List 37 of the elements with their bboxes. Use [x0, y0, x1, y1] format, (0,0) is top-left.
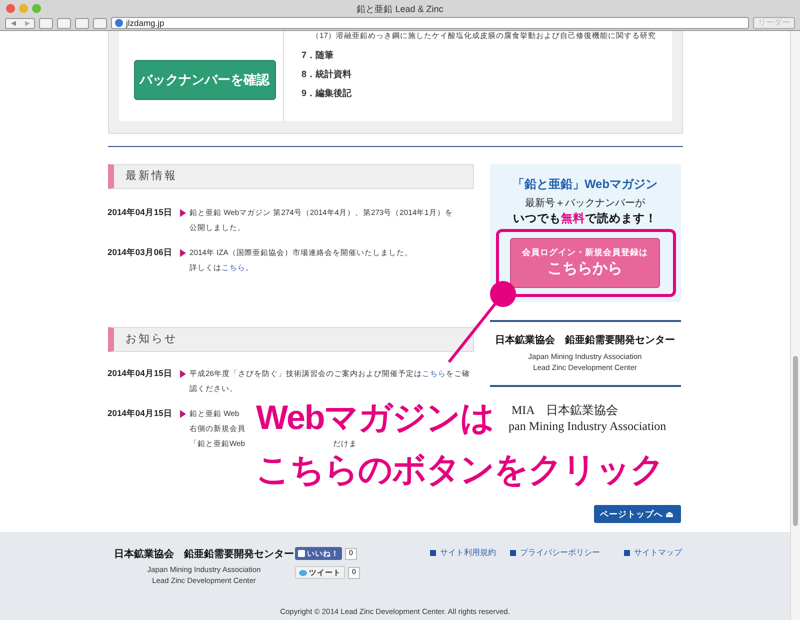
promo-text: いつでも無料で読めます！ — [513, 211, 657, 227]
news-date: 2014年04月15日 — [108, 367, 174, 380]
logo-text: MIA 日本鉱業協会 — [512, 403, 618, 418]
org-name: 日本鉱業協会 鉛亜鉛需要開発センター — [495, 334, 675, 348]
contents-item: 8．統計資料 — [302, 68, 353, 81]
logo-text: pan Mining Industry Association — [508, 418, 666, 434]
back-forward-button[interactable] — [5, 18, 35, 28]
promo-text: 最新号＋バックナンバーが — [525, 196, 645, 211]
forward-icon[interactable] — [24, 20, 30, 26]
section-heading: お知らせ — [108, 327, 474, 352]
contents-item: 9．編集後記 — [302, 87, 353, 100]
callout-text: こちらのボタンをクリック — [256, 452, 664, 488]
news-date: 2014年04月15日 — [108, 407, 174, 420]
arrow-icon — [180, 249, 186, 257]
window-title: 鉛と亜鉛 Lead & Zinc — [356, 3, 444, 16]
page-top-button[interactable]: ページトップへ ⏏ — [594, 505, 680, 523]
callout-text: Webマガジンは — [256, 400, 494, 436]
footer-link[interactable]: プライバシーポリシー — [510, 547, 600, 559]
arrow-icon — [180, 209, 186, 217]
scrollbar[interactable] — [790, 31, 800, 620]
member-login-button[interactable]: 会員ログイン・新規会員登録は こちらから — [510, 238, 660, 288]
footer-link[interactable]: サイトマップ — [624, 547, 682, 559]
bird-icon — [299, 570, 307, 576]
news-date: 2014年03月06日 — [108, 246, 174, 259]
globe-icon — [115, 19, 123, 27]
news-date: 2014年04月15日 — [108, 206, 174, 219]
footer-org-name: 日本鉱業協会 鉛亜鉛需要開発センター — [114, 548, 294, 562]
address-field[interactable]: jlzdamg.jp — [111, 17, 749, 29]
contents-item: 7．随筆 — [302, 49, 335, 62]
back-icon[interactable] — [10, 20, 16, 26]
facebook-icon — [298, 550, 305, 557]
promo-title: 「鉛と亜鉛」Webマガジン — [512, 176, 658, 193]
back-number-button[interactable]: バックナンバーを確認 — [134, 60, 276, 100]
arrow-icon — [180, 410, 186, 418]
section-heading: 最新情報 — [108, 164, 474, 189]
footer-link[interactable]: サイト利用規約 — [430, 547, 496, 559]
arrow-icon — [180, 370, 186, 378]
